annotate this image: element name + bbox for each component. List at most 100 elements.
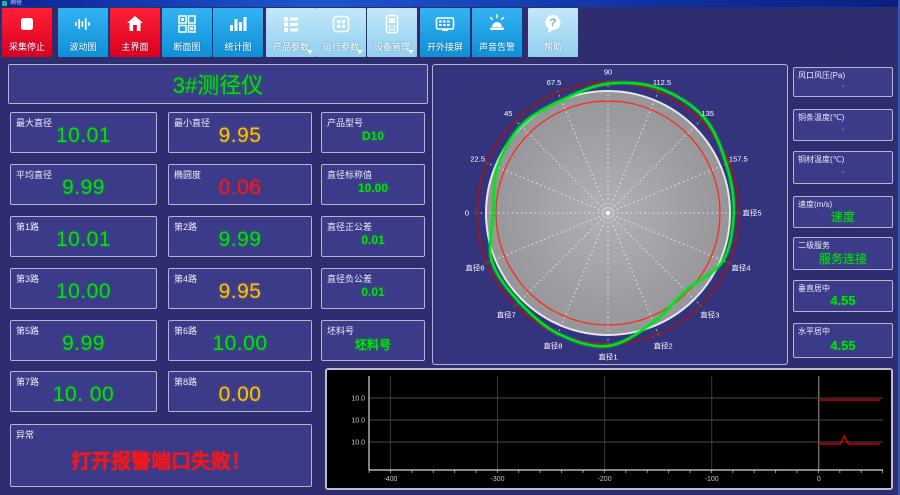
angle-label: 157.5 [729,155,748,164]
device-icon [381,13,403,35]
toolbar-button-label: 统计图 [224,42,252,52]
toolbar-button-external-screen[interactable]: 开外接屏 [420,8,470,57]
field-value: 9.95 [218,280,262,303]
waveform-icon [72,13,94,35]
field-channel-2: 第2路 9.99 [168,216,312,257]
app-window: 测径 采集停止 波动图 主界面 断面图 统计图 产品参数 运行参数 设备管理 开外接屏 声音告警?… [0,0,900,495]
toolbar-button-help[interactable]: ? 帮助 [528,8,578,57]
toolbar: 采集停止 波动图 主界面 断面图 统计图 产品参数 运行参数 设备管理 开外接屏 声音告警? 帮助 [0,8,900,57]
angle-label: 45 [504,109,512,118]
angle-label: 90 [604,68,612,77]
toolbar-button-sound-alarm[interactable]: 声音告警 [472,8,522,57]
toolbar-button-label: 开外接屏 [426,42,463,52]
toolbar-button-main-screen[interactable]: 主界面 [110,8,160,57]
sidebar-field-air-pressure: 风口风压(Pa) - [793,67,893,97]
toolbar-button-run-params[interactable]: 运行参数 [316,8,366,57]
field-value: 4.55 [830,293,856,308]
field-value: - [841,124,845,135]
field-value: 9.99 [62,332,105,355]
diameter-label: 直径4 [731,263,750,273]
field-value: 10.01 [55,228,112,251]
diameter-label: 直径1 [598,352,617,362]
x-tick-label: -100 [705,476,719,483]
x-tick-label: -400 [383,476,397,483]
toolbar-button-label: 帮助 [543,42,562,52]
diameter-label: 直径8 [543,341,562,351]
y-tick-label: 10.0 [351,396,365,403]
cross-section-polar-chart: 0 22.5 45 67.5 90 112.5 135 157.5 直径1 直径2 直径3 直径4 直径… [432,64,788,365]
angle-label: 112.5 [653,78,671,87]
product-params-icon [280,13,302,35]
barchart-icon [227,13,249,35]
field-value: D10 [361,129,384,143]
diameter-label: 直径7 [497,309,516,319]
sidebar-field-copper-bar-temperature: 铜条温度(℃) - [793,109,893,141]
toolbar-button-label: 主界面 [121,42,149,52]
field-value: 10.01 [55,124,112,147]
x-tick-label: -300 [490,476,504,483]
toolbar-button-wave-chart[interactable]: 波动图 [58,8,108,57]
section-icon [176,13,198,35]
trend-chart: -400 -300 -200 -100 0 10.0 10.0 10.0 [325,368,893,490]
field-diameter-plus-tolerance: 直径正公差 0.01 [321,216,425,257]
toolbar-button-statistics-chart[interactable]: 统计图 [213,8,263,57]
dropdown-arrow-icon [408,50,414,54]
field-value: 9.99 [218,228,262,251]
field-avg-diameter: 平均直径 9.99 [10,164,157,205]
field-alarm-status: 异常 打开报警端口失败！ [10,424,312,487]
stop-icon [16,13,38,35]
field-min-diameter: 最小直径 9.95 [168,112,312,153]
alarm-icon [486,13,508,35]
field-channel-6: 第6路 10.00 [168,320,312,361]
diameter-label: 直径6 [465,263,484,273]
sidebar-field-copper-material-temperature: 铜材温度(℃) - [793,151,893,184]
toolbar-button-stop-collection[interactable]: 采集停止 [2,8,52,57]
sidebar-field-speed: 速度(m/s) 速度 [793,196,893,228]
toolbar-button-section-chart[interactable]: 断面图 [162,8,212,57]
toolbar-button-label: 声音告警 [478,42,515,52]
sidebar-field-vertical-centering: 垂直居中 4.55 [793,280,893,312]
field-value: 0.06 [218,176,262,199]
dropdown-arrow-icon [307,50,313,54]
trend-chart-svg: -400 -300 -200 -100 0 10.0 10.0 10.0 [327,370,891,488]
y-tick-label: 10.0 [351,440,365,447]
polar-chart-svg: 0 22.5 45 67.5 90 112.5 135 157.5 直径1 直径2 直径3 直径4 直径… [465,68,762,362]
field-channel-8: 第8路 0.00 [168,371,312,412]
field-value: 10.00 [55,280,112,303]
field-value: 坯料号 [354,337,391,352]
toolbar-button-device-management[interactable]: 设备管理 [367,8,417,57]
field-value: 9.99 [62,176,105,199]
field-value: 9.95 [218,124,262,147]
field-value: 10.00 [212,332,268,355]
field-value: 打开报警端口失败！ [71,450,251,473]
field-max-diameter: 最大直径 10.01 [10,112,157,153]
sidebar-field-secondary-service: 二级服务 服务连接 [793,237,893,270]
field-value: - [841,81,845,92]
field-ovality: 椭圆度 0.06 [168,164,312,205]
angle-label: 0 [465,209,469,218]
run-params-icon [330,13,352,35]
field-channel-4: 第4路 9.95 [168,268,312,309]
page-title: 3#测径仪 [172,73,264,98]
diameter-label: 直径2 [654,341,673,351]
app-icon [2,1,7,6]
toolbar-button-label: 采集停止 [8,42,45,52]
field-nominal-diameter: 直径标称值 10.00 [321,164,425,205]
field-value: 0.01 [361,285,385,299]
svg-text:?: ? [550,17,557,29]
x-tick-label: 0 [817,476,821,483]
field-channel-3: 第3路 10.00 [10,268,157,309]
toolbar-button-label: 断面图 [173,42,201,52]
gauge-title-box: 3#测径仪 [8,64,428,104]
field-product-model: 产品型号 D10 [321,112,425,153]
field-value: 0.01 [361,233,385,247]
field-value: 10.00 [357,181,389,195]
field-value: - [841,166,845,178]
x-tick-label: -200 [598,476,612,483]
field-value: 服务连接 [818,251,867,266]
external-screen-icon [434,13,456,35]
window-titlebar: 测径 [0,0,900,7]
help-icon: ? [542,13,564,35]
toolbar-button-product-params[interactable]: 产品参数 [266,8,316,57]
angle-label: 22.5 [470,155,485,164]
